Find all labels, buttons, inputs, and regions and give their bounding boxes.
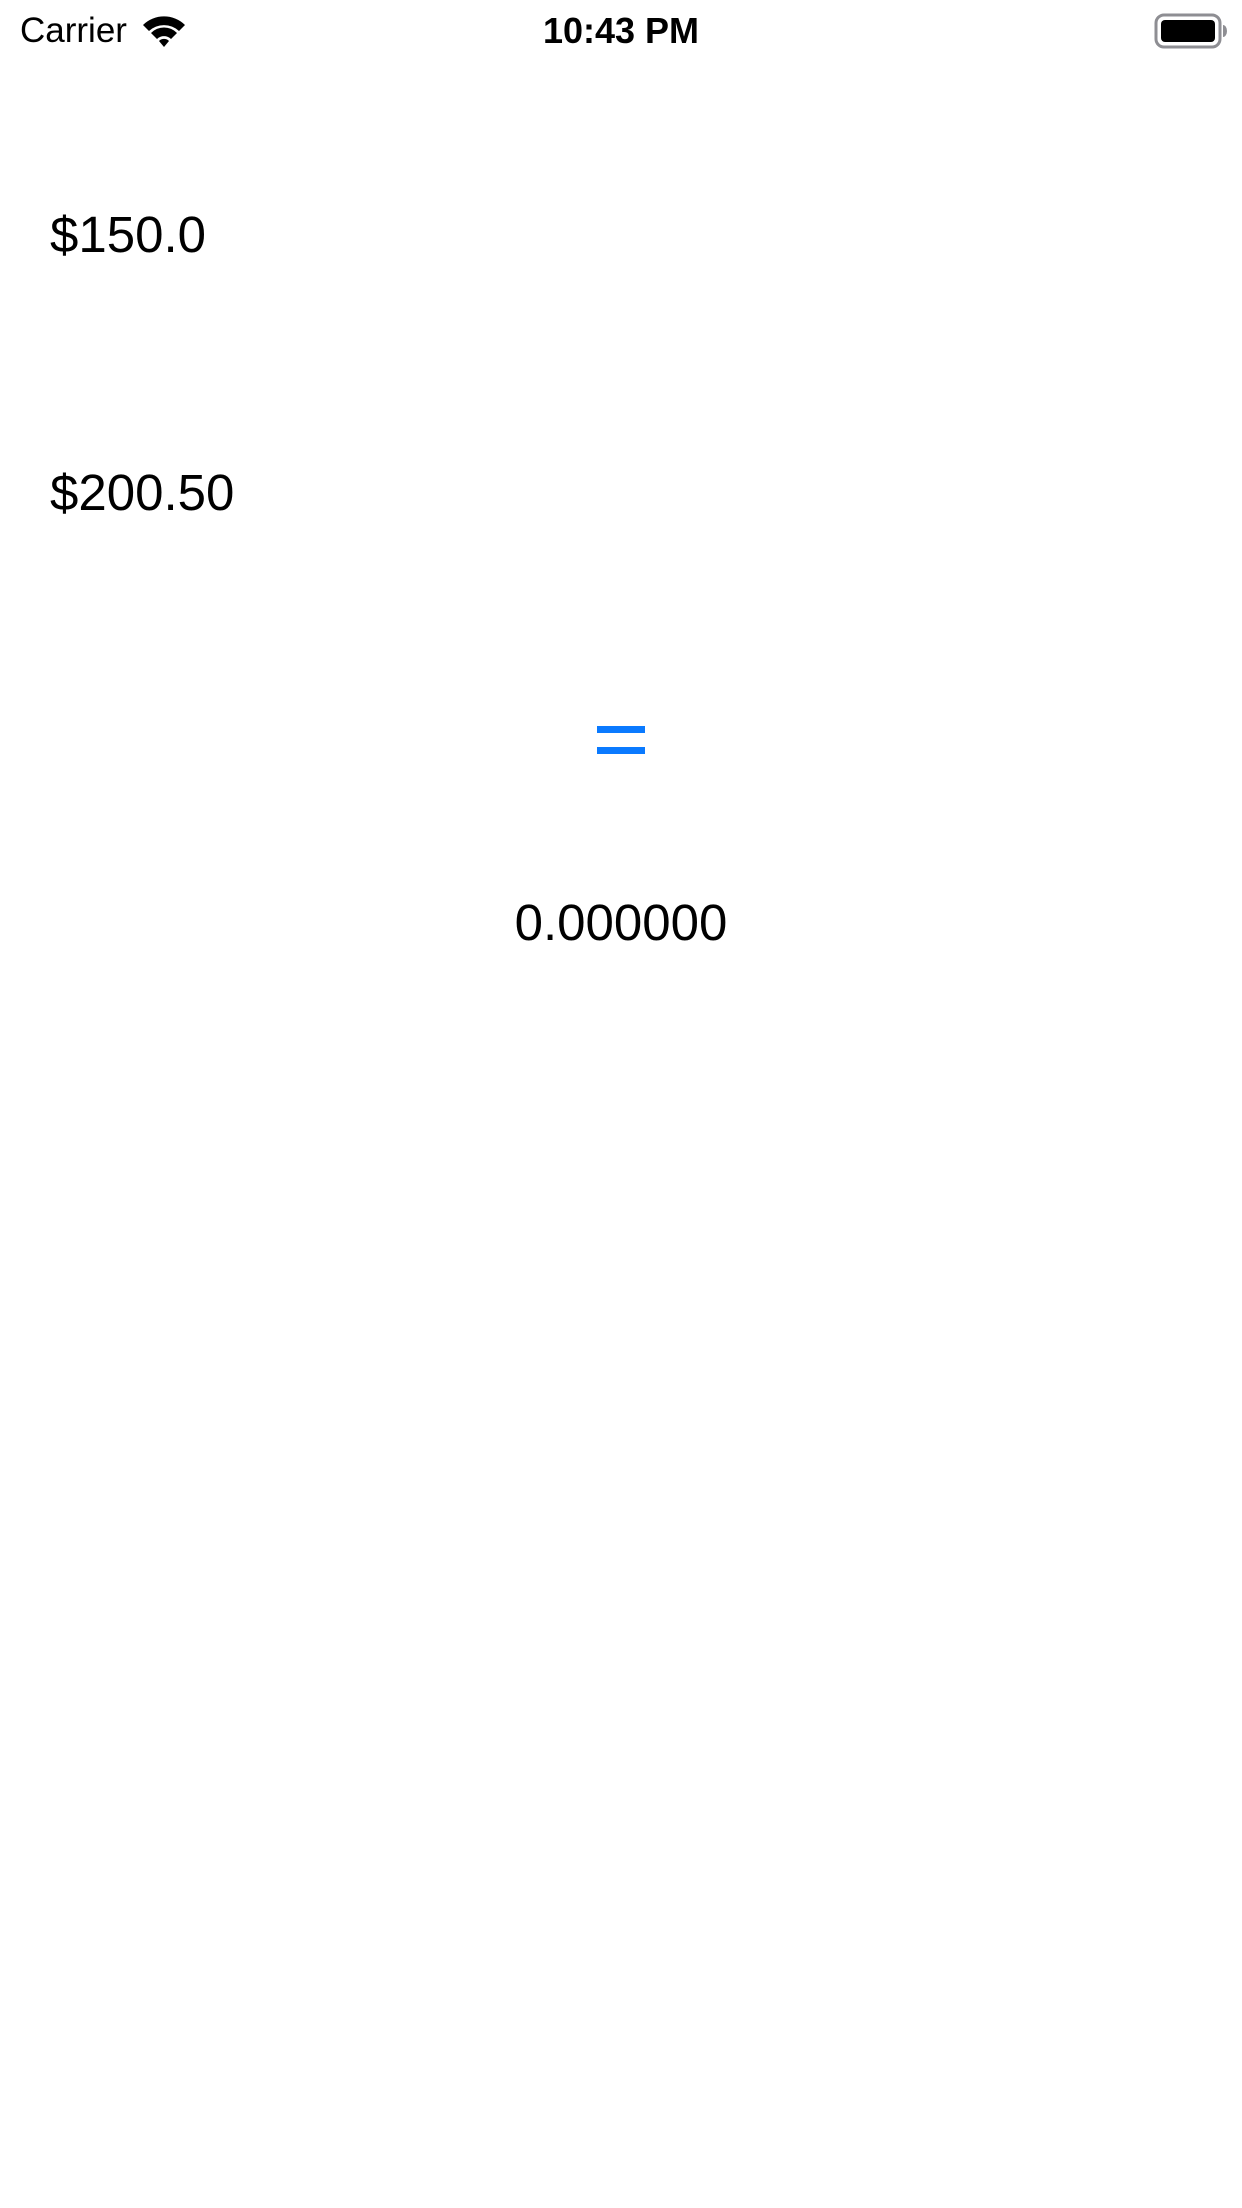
status-bar: Carrier 10:43 PM [0, 0, 1242, 60]
second-amount-field[interactable]: $200.50 [50, 448, 1192, 538]
equals-button[interactable] [571, 700, 671, 780]
status-time: 10:43 PM [542, 10, 700, 51]
result-label: 0.000000 [514, 894, 728, 951]
equals-icon-lower-bar [597, 747, 645, 754]
equals-icon [597, 726, 645, 733]
battery-icon [1154, 13, 1227, 49]
first-amount-field[interactable]: $150.0 [50, 190, 1192, 280]
